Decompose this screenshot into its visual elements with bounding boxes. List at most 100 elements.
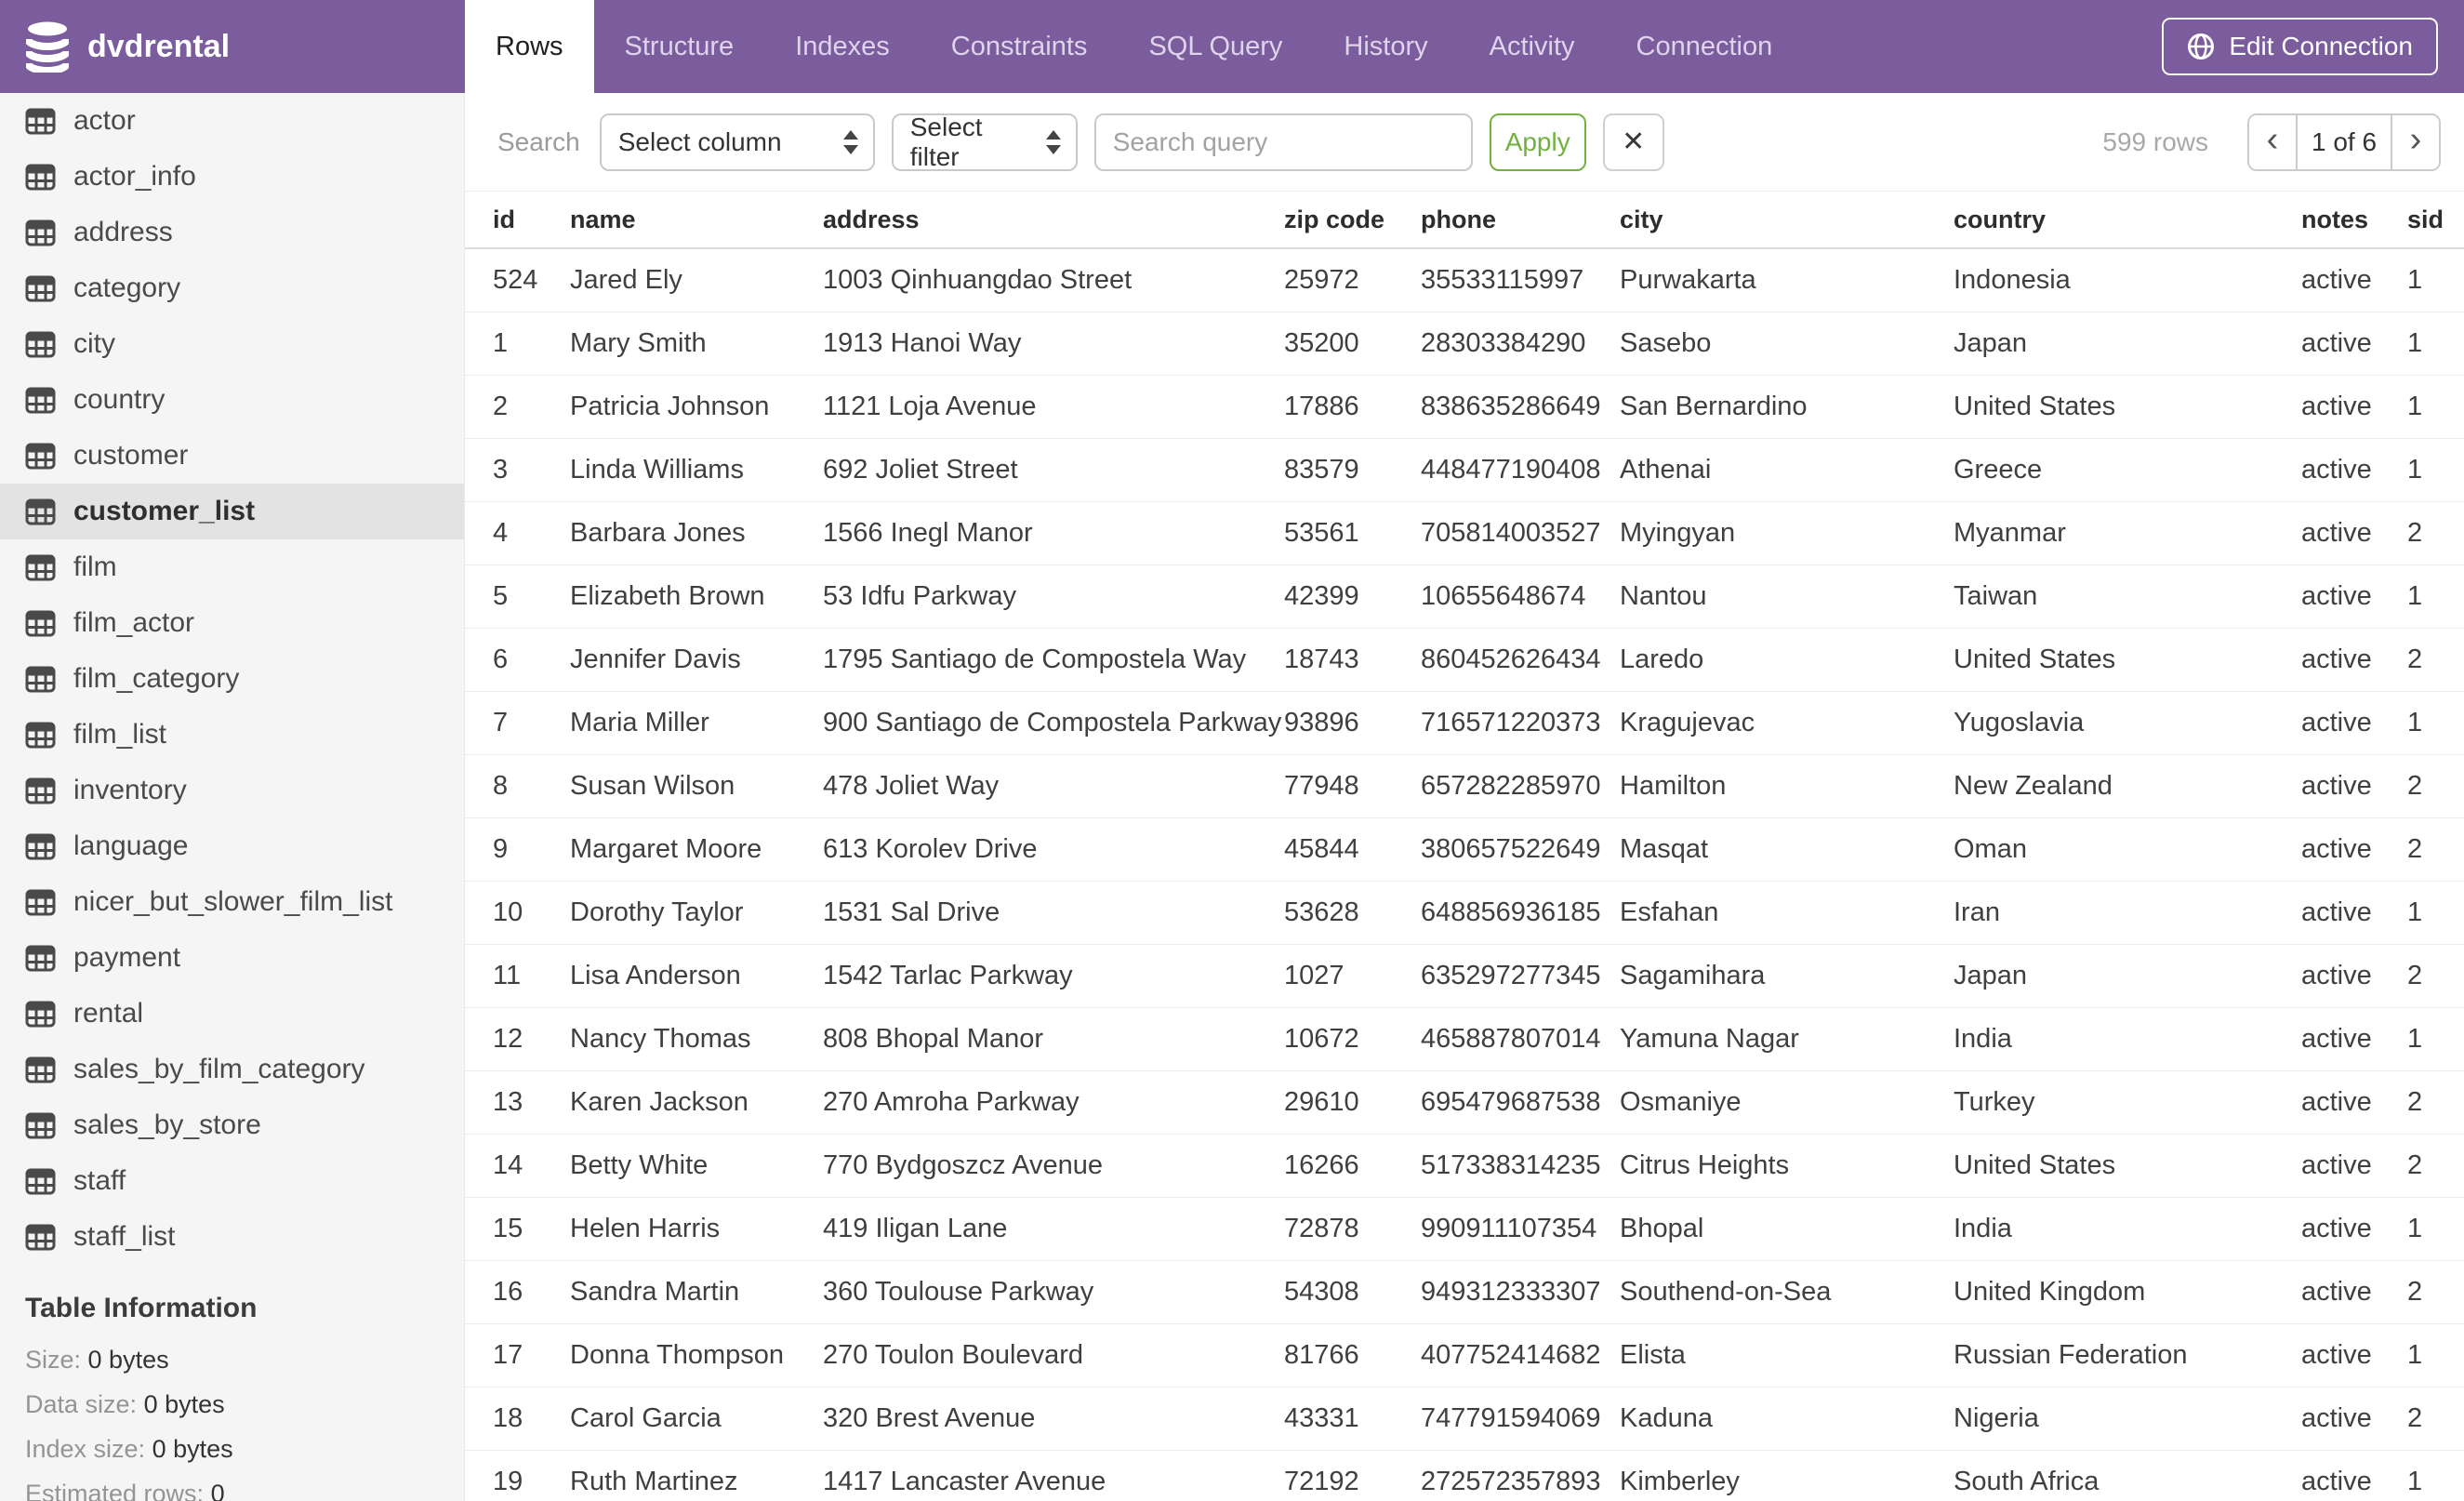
sidebar-item-film_actor[interactable]: film_actor — [0, 595, 464, 651]
cell-zip-code[interactable]: 93896 — [1284, 691, 1421, 755]
apply-button[interactable]: Apply — [1489, 113, 1586, 171]
column-header-city[interactable]: city — [1620, 191, 1954, 249]
cell-address[interactable]: 1417 Lancaster Avenue — [823, 1450, 1284, 1501]
tab-history[interactable]: History — [1313, 0, 1458, 93]
cell-sid[interactable]: 1 — [2407, 1197, 2464, 1261]
cell-notes[interactable]: active — [2301, 1260, 2407, 1324]
cell-id[interactable]: 10 — [465, 881, 570, 945]
column-header-address[interactable]: address — [823, 191, 1284, 249]
cell-sid[interactable]: 2 — [2407, 501, 2464, 565]
cell-country[interactable]: South Africa — [1954, 1450, 2301, 1501]
sidebar-item-category[interactable]: category — [0, 260, 464, 316]
cell-phone[interactable]: 517338314235 — [1421, 1134, 1620, 1198]
sidebar-item-actor[interactable]: actor — [0, 93, 464, 149]
cell-notes[interactable]: active — [2301, 375, 2407, 439]
sidebar-item-film[interactable]: film — [0, 539, 464, 595]
sidebar-item-payment[interactable]: payment — [0, 930, 464, 986]
cell-zip-code[interactable]: 77948 — [1284, 754, 1421, 818]
sidebar-item-film_list[interactable]: film_list — [0, 707, 464, 763]
cell-address[interactable]: 270 Amroha Parkway — [823, 1070, 1284, 1135]
cell-name[interactable]: Susan Wilson — [570, 754, 823, 818]
clear-search-button[interactable]: ✕ — [1602, 113, 1664, 171]
cell-city[interactable]: Kragujevac — [1620, 691, 1954, 755]
cell-address[interactable]: 53 Idfu Parkway — [823, 565, 1284, 629]
tab-rows[interactable]: Rows — [465, 0, 594, 93]
cell-notes[interactable]: active — [2301, 628, 2407, 692]
cell-city[interactable]: San Bernardino — [1620, 375, 1954, 439]
cell-name[interactable]: Linda Williams — [570, 438, 823, 502]
cell-notes[interactable]: active — [2301, 754, 2407, 818]
cell-country[interactable]: Turkey — [1954, 1070, 2301, 1135]
cell-id[interactable]: 18 — [465, 1387, 570, 1451]
tab-connection[interactable]: Connection — [1606, 0, 1804, 93]
sidebar-item-customer_list[interactable]: customer_list — [0, 484, 464, 539]
cell-sid[interactable]: 2 — [2407, 754, 2464, 818]
cell-address[interactable]: 419 Iligan Lane — [823, 1197, 1284, 1261]
cell-country[interactable]: Taiwan — [1954, 565, 2301, 629]
next-page-button[interactable]: › — [2392, 114, 2439, 169]
cell-country[interactable]: Nigeria — [1954, 1387, 2301, 1451]
cell-sid[interactable]: 1 — [2407, 691, 2464, 755]
cell-id[interactable]: 12 — [465, 1007, 570, 1071]
cell-sid[interactable]: 2 — [2407, 1260, 2464, 1324]
cell-city[interactable]: Nantou — [1620, 565, 1954, 629]
prev-page-button[interactable]: ‹ — [2249, 114, 2296, 169]
cell-phone[interactable]: 635297277345 — [1421, 944, 1620, 1008]
cell-notes[interactable]: active — [2301, 565, 2407, 629]
cell-zip-code[interactable]: 53561 — [1284, 501, 1421, 565]
cell-notes[interactable]: active — [2301, 1197, 2407, 1261]
cell-sid[interactable]: 2 — [2407, 1070, 2464, 1135]
sidebar-item-sales_by_film_category[interactable]: sales_by_film_category — [0, 1042, 464, 1097]
search-query-input[interactable] — [1093, 113, 1473, 171]
cell-zip-code[interactable]: 16266 — [1284, 1134, 1421, 1198]
cell-name[interactable]: Helen Harris — [570, 1197, 823, 1261]
tab-indexes[interactable]: Indexes — [764, 0, 921, 93]
cell-zip-code[interactable]: 35200 — [1284, 312, 1421, 376]
cell-city[interactable]: Osmaniye — [1620, 1070, 1954, 1135]
cell-country[interactable]: Indonesia — [1954, 248, 2301, 312]
cell-id[interactable]: 13 — [465, 1070, 570, 1135]
column-header-notes[interactable]: notes — [2301, 191, 2407, 249]
cell-id[interactable]: 5 — [465, 565, 570, 629]
cell-name[interactable]: Maria Miller — [570, 691, 823, 755]
cell-name[interactable]: Barbara Jones — [570, 501, 823, 565]
cell-id[interactable]: 524 — [465, 248, 570, 312]
sidebar-item-inventory[interactable]: inventory — [0, 763, 464, 818]
cell-sid[interactable]: 1 — [2407, 1007, 2464, 1071]
cell-city[interactable]: Southend-on-Sea — [1620, 1260, 1954, 1324]
cell-id[interactable]: 8 — [465, 754, 570, 818]
cell-notes[interactable]: active — [2301, 248, 2407, 312]
cell-country[interactable]: Yugoslavia — [1954, 691, 2301, 755]
cell-city[interactable]: Masqat — [1620, 817, 1954, 882]
cell-name[interactable]: Patricia Johnson — [570, 375, 823, 439]
cell-zip-code[interactable]: 72192 — [1284, 1450, 1421, 1501]
cell-sid[interactable]: 1 — [2407, 1450, 2464, 1501]
column-header-sid[interactable]: sid — [2407, 191, 2464, 249]
cell-phone[interactable]: 28303384290 — [1421, 312, 1620, 376]
cell-notes[interactable]: active — [2301, 438, 2407, 502]
column-header-id[interactable]: id — [465, 191, 570, 249]
sidebar-item-country[interactable]: country — [0, 372, 464, 428]
cell-phone[interactable]: 657282285970 — [1421, 754, 1620, 818]
cell-city[interactable]: Hamilton — [1620, 754, 1954, 818]
cell-country[interactable]: India — [1954, 1197, 2301, 1261]
cell-address[interactable]: 808 Bhopal Manor — [823, 1007, 1284, 1071]
cell-sid[interactable]: 2 — [2407, 1134, 2464, 1198]
cell-city[interactable]: Elista — [1620, 1323, 1954, 1388]
cell-notes[interactable]: active — [2301, 691, 2407, 755]
cell-id[interactable]: 9 — [465, 817, 570, 882]
cell-address[interactable]: 770 Bydgoszcz Avenue — [823, 1134, 1284, 1198]
cell-notes[interactable]: active — [2301, 1387, 2407, 1451]
cell-country[interactable]: United States — [1954, 375, 2301, 439]
cell-city[interactable]: Myingyan — [1620, 501, 1954, 565]
cell-zip-code[interactable]: 54308 — [1284, 1260, 1421, 1324]
cell-city[interactable]: Kaduna — [1620, 1387, 1954, 1451]
sidebar-item-nicer_but_slower_film_list[interactable]: nicer_but_slower_film_list — [0, 874, 464, 930]
filter-select[interactable]: Select filter — [891, 113, 1078, 171]
cell-notes[interactable]: active — [2301, 312, 2407, 376]
cell-address[interactable]: 478 Joliet Way — [823, 754, 1284, 818]
cell-address[interactable]: 1566 Inegl Manor — [823, 501, 1284, 565]
cell-id[interactable]: 2 — [465, 375, 570, 439]
cell-country[interactable]: Oman — [1954, 817, 2301, 882]
cell-address[interactable]: 1542 Tarlac Parkway — [823, 944, 1284, 1008]
